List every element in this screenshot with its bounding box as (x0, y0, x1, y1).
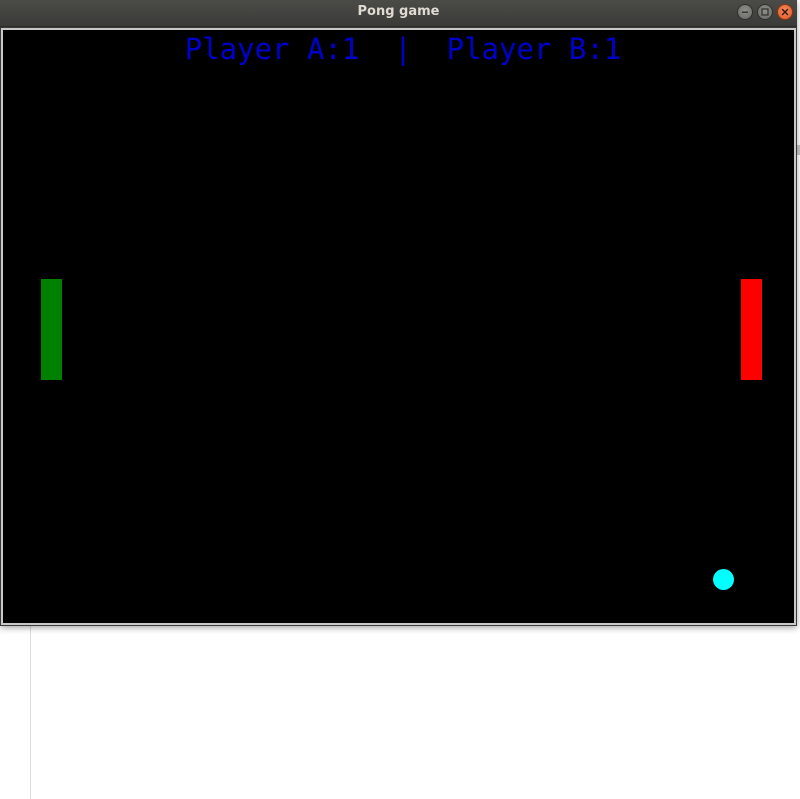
canvas-frame: Player A:1 | Player B:1 (1, 28, 796, 625)
minimize-button[interactable] (737, 4, 753, 20)
window-title: Pong game (357, 4, 440, 19)
close-button[interactable] (777, 4, 793, 20)
background-divider (30, 625, 31, 799)
maximize-button[interactable] (757, 4, 773, 20)
scoreboard: Player A:1 | Player B:1 (184, 32, 622, 66)
ball (713, 569, 734, 590)
title-bar[interactable]: Pong game (0, 0, 797, 27)
desktop: Pong game Player A:1 | Player B:1 (0, 0, 800, 799)
minimize-icon (742, 11, 748, 13)
close-icon (781, 8, 789, 16)
right-paddle (741, 279, 762, 380)
game-canvas[interactable]: Player A:1 | Player B:1 (3, 30, 794, 623)
left-paddle (41, 279, 62, 380)
pong-window: Pong game Player A:1 | Player B:1 (0, 0, 797, 626)
maximize-icon (761, 8, 769, 16)
